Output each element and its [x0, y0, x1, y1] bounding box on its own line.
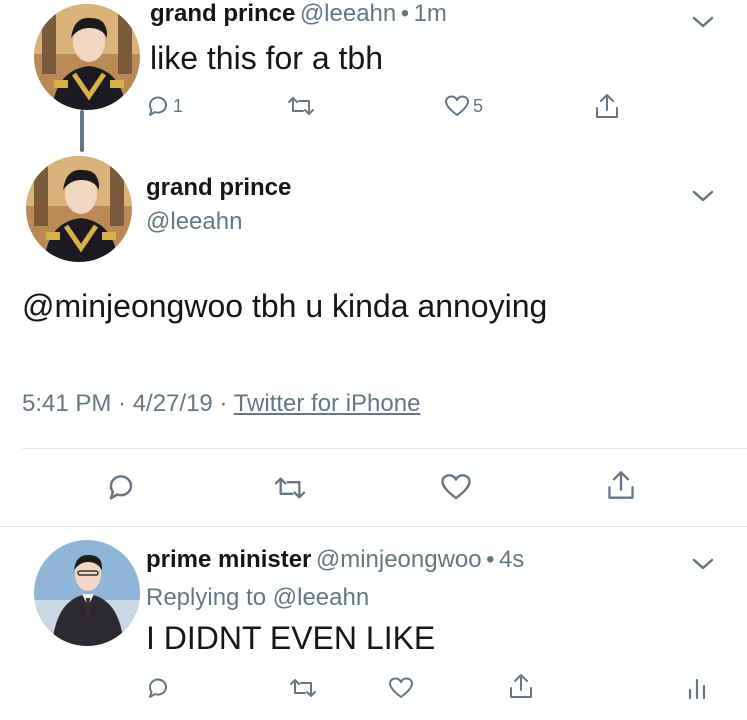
share-icon [510, 674, 532, 698]
reply-button[interactable] [146, 676, 170, 700]
reply-count: 1 [173, 95, 184, 116]
share-button[interactable] [606, 468, 636, 502]
username[interactable]: @leeahn [300, 0, 396, 27]
avatar-grand-prince[interactable] [34, 4, 140, 110]
share-button[interactable] [594, 92, 620, 120]
reply-icon [109, 475, 133, 500]
thread-line [80, 110, 84, 152]
reply-icon [148, 96, 167, 116]
avatar-prime-minister[interactable] [34, 540, 140, 646]
tweet-time: 4s [498, 546, 525, 573]
analytics-icon [688, 678, 706, 700]
analytics-button[interactable] [686, 676, 708, 700]
tweet-text: I DIDNT EVEN LIKE [146, 620, 436, 656]
divider [0, 526, 747, 527]
replying-prefix: Replying to [146, 584, 267, 611]
tweet-timestamp: 5:41 PM · 4/27/19 · [22, 390, 228, 417]
tweet-text: tbh u kinda annoying [251, 288, 548, 324]
tweet1-header: grand prince @leeahn • 1m [150, 0, 447, 28]
retweet-icon [274, 477, 306, 499]
separator-dot: • [486, 546, 495, 573]
tweet-meta: 5:41 PM · 4/27/19 · Twitter for iPhone [22, 390, 420, 418]
reply-icon [148, 678, 167, 698]
reply-button[interactable]: 1 [146, 94, 183, 118]
share-icon [608, 471, 634, 499]
display-name[interactable]: prime minister [146, 546, 311, 573]
like-icon [445, 95, 469, 116]
tweet-time: 1m [413, 0, 447, 27]
separator-dot: • [400, 0, 410, 27]
tweet3-header: prime minister @minjeongwoo • 4s [146, 546, 524, 574]
chevron-down-icon[interactable] [690, 14, 716, 30]
share-icon [596, 94, 618, 118]
share-button[interactable] [508, 672, 534, 700]
like-count: 5 [473, 95, 484, 116]
like-button[interactable] [440, 472, 472, 502]
retweet-icon [288, 97, 314, 115]
retweet-button[interactable] [272, 474, 308, 502]
divider [22, 448, 747, 449]
display-name[interactable]: grand prince [146, 174, 291, 202]
like-button[interactable] [388, 676, 414, 700]
username[interactable]: @leeahn [146, 208, 242, 236]
like-icon [389, 677, 413, 698]
tweet-body: @minjeongwoo tbh u kinda annoying [22, 288, 547, 325]
like-button[interactable]: 5 [444, 94, 483, 118]
display-name[interactable]: grand prince [150, 0, 295, 27]
avatar-grand-prince[interactable] [26, 156, 132, 262]
chevron-down-icon[interactable] [690, 188, 716, 204]
chevron-down-icon[interactable] [690, 556, 716, 572]
replying-to-handle[interactable]: @leeahn [273, 584, 369, 611]
tweet-text: like this for a tbh [150, 40, 383, 76]
like-icon [441, 474, 471, 500]
replying-to: Replying to @leeahn [146, 584, 369, 612]
retweet-button[interactable] [288, 676, 318, 700]
username[interactable]: @minjeongwoo [316, 546, 482, 573]
retweet-icon [290, 679, 316, 697]
retweet-button[interactable] [286, 94, 316, 118]
reply-button[interactable] [106, 472, 136, 502]
source-link[interactable]: Twitter for iPhone [234, 390, 421, 417]
mention-link[interactable]: @minjeongwoo [22, 288, 243, 324]
